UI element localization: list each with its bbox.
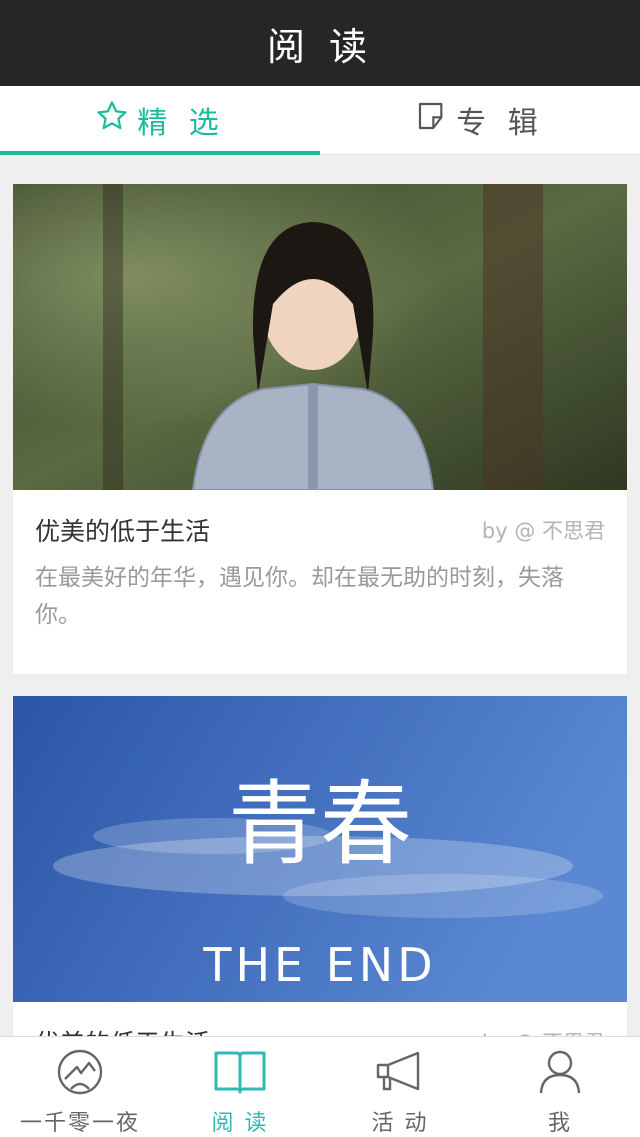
header-bar: 阅 读	[0, 0, 640, 86]
tab-albums-label: 专 辑	[456, 106, 544, 141]
article-author: by @ 不思君	[481, 519, 605, 543]
megaphone-icon	[374, 1049, 426, 1101]
article-feed: 优美的低于生活 by @ 不思君 在最美好的年华，遇见你。却在最无助的时刻，失落…	[13, 184, 627, 1122]
article-title: 优美的低于生活	[35, 517, 211, 546]
bottom-tabbar: 一千零一夜 阅 读 活 动 我	[0, 1036, 640, 1137]
tabbar-item-me[interactable]: 我	[480, 1037, 640, 1137]
article-excerpt: 在最美好的年华，遇见你。却在最无助的时刻，失落你。	[35, 565, 564, 628]
article-image: 青春 THE END	[13, 696, 627, 1002]
star-icon	[95, 99, 137, 141]
book-icon	[213, 1049, 267, 1101]
tab-featured-label: 精 选	[137, 106, 225, 141]
tabbar-label: 活 动	[371, 1111, 429, 1136]
tabbar-label: 一千零一夜	[19, 1111, 140, 1136]
page-title: 阅 读	[266, 24, 374, 69]
heart-icon	[55, 1049, 105, 1101]
person-icon	[538, 1049, 582, 1101]
segment-tabs: 精 选 专 辑	[0, 86, 640, 155]
tabbar-label: 我	[547, 1111, 572, 1136]
tab-featured[interactable]: 精 选	[0, 86, 320, 155]
tabbar-item-read[interactable]: 阅 读	[160, 1037, 320, 1137]
poster-sub-text: THE END	[202, 938, 436, 992]
article-card[interactable]: 优美的低于生活 by @ 不思君 在最美好的年华，遇见你。却在最无助的时刻，失落…	[13, 184, 627, 674]
tabbar-item-events[interactable]: 活 动	[320, 1037, 480, 1137]
album-icon	[416, 100, 456, 140]
tab-albums[interactable]: 专 辑	[320, 86, 640, 154]
poster-main-text: 青春	[228, 771, 412, 878]
article-image	[13, 184, 627, 490]
tabbar-item-nights[interactable]: 一千零一夜	[0, 1037, 160, 1137]
tabbar-label: 阅 读	[211, 1111, 269, 1136]
